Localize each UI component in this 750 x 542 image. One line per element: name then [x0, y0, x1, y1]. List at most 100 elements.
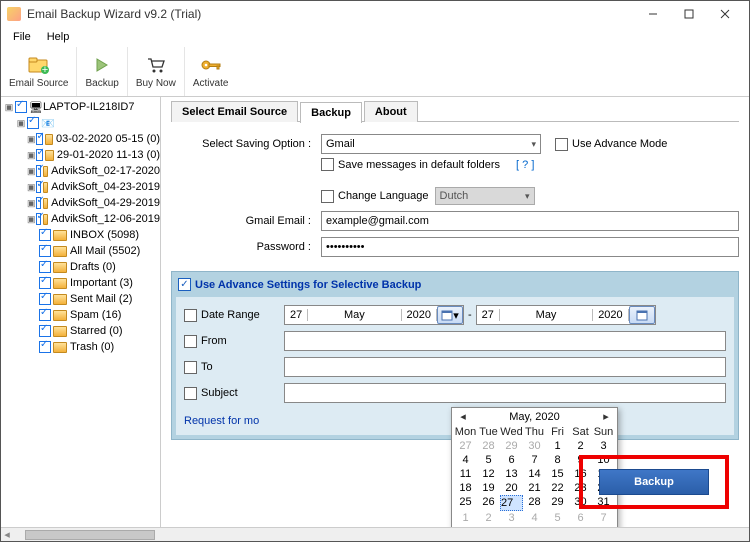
email-input[interactable]: example@gmail.com — [321, 211, 739, 231]
maximize-button[interactable] — [671, 3, 707, 25]
email-label: Gmail Email : — [171, 215, 321, 227]
cal-day[interactable]: 7 — [523, 453, 546, 467]
folder-icon — [53, 310, 67, 321]
cal-day[interactable]: 19 — [477, 481, 500, 495]
tree-mail-folder[interactable]: Drafts (0) — [1, 259, 160, 275]
cal-day[interactable]: 12 — [477, 467, 500, 481]
subject-input[interactable] — [284, 383, 726, 403]
calendar-icon[interactable]: ▾ — [437, 306, 463, 324]
saving-option-label: Select Saving Option : — [171, 138, 321, 150]
main-panel: Select Email Source Backup About Select … — [161, 97, 749, 527]
tree-folder[interactable]: ▣AdvikSoft_02-17-2020 — [1, 163, 160, 179]
cal-day[interactable]: 13 — [500, 467, 523, 481]
cal-day[interactable]: 18 — [454, 481, 477, 495]
calendar-icon[interactable] — [629, 306, 655, 324]
minimize-button[interactable] — [635, 3, 671, 25]
from-input[interactable] — [284, 331, 726, 351]
request-more-link[interactable]: Request for mo — [184, 415, 259, 427]
cal-day[interactable]: 7 — [592, 511, 615, 525]
tree-folder[interactable]: ▣AdvikSoft_04-23-2019 — [1, 179, 160, 195]
cal-prev[interactable]: ◂ — [458, 410, 468, 423]
scrollbar-thumb[interactable] — [25, 530, 155, 540]
date-range-checkbox[interactable] — [184, 309, 197, 322]
cal-day[interactable]: 15 — [546, 467, 569, 481]
cal-day[interactable]: 26 — [477, 495, 500, 511]
save-default-checkbox[interactable] — [321, 158, 334, 171]
menubar: File Help — [1, 27, 749, 47]
tab-backup[interactable]: Backup — [300, 102, 362, 123]
cal-day[interactable]: 27 — [454, 439, 477, 453]
cal-day[interactable]: 22 — [546, 481, 569, 495]
play-icon — [91, 54, 113, 76]
cal-day[interactable]: 3 — [500, 511, 523, 525]
tree-folder[interactable]: ▣29-01-2020 11-13 (0) — [1, 147, 160, 163]
tree-folder[interactable]: ▣AdvikSoft_12-06-2019 — [1, 211, 160, 227]
tree-mail-folder[interactable]: All Mail (5502) — [1, 243, 160, 259]
cal-day[interactable]: 28 — [523, 495, 546, 511]
toolbar-email-source[interactable]: + Email Source — [1, 47, 77, 96]
help-link[interactable]: [ ? ] — [516, 159, 534, 171]
cal-day[interactable]: 14 — [523, 467, 546, 481]
cal-day[interactable]: 4 — [454, 453, 477, 467]
toolbar-activate[interactable]: Activate — [185, 47, 237, 96]
cal-day[interactable]: 1 — [546, 439, 569, 453]
from-checkbox[interactable] — [184, 335, 197, 348]
advance-settings-checkbox[interactable]: ✓ — [178, 278, 191, 291]
tree-folder[interactable]: ▣03-02-2020 05-15 (0) — [1, 131, 160, 147]
cal-day[interactable]: 4 — [523, 511, 546, 525]
folder-icon — [53, 278, 67, 289]
date-from-picker[interactable]: 27May2020 ▾ — [284, 305, 464, 325]
cal-day[interactable]: 21 — [523, 481, 546, 495]
cal-day[interactable]: 29 — [500, 439, 523, 453]
mail-icon: 📧 — [41, 117, 55, 130]
cal-day[interactable]: 3 — [592, 439, 615, 453]
date-to-picker[interactable]: 27May2020 — [476, 305, 656, 325]
tree-folder[interactable]: ▣AdvikSoft_04-29-2019 — [1, 195, 160, 211]
menu-help[interactable]: Help — [39, 29, 78, 45]
cal-day[interactable]: 8 — [546, 453, 569, 467]
to-checkbox[interactable] — [184, 361, 197, 374]
language-select[interactable]: Dutch▾ — [435, 187, 535, 205]
cal-title[interactable]: May, 2020 — [509, 411, 560, 423]
tree-mail-folder[interactable]: Trash (0) — [1, 339, 160, 355]
folder-icon — [53, 342, 67, 353]
cal-day[interactable]: 1 — [454, 511, 477, 525]
horizontal-scrollbar[interactable]: ◂ — [1, 527, 749, 541]
key-icon — [200, 54, 222, 76]
tree-mail-folder[interactable]: Important (3) — [1, 275, 160, 291]
cal-day[interactable]: 6 — [500, 453, 523, 467]
app-icon — [7, 7, 21, 21]
to-input[interactable] — [284, 357, 726, 377]
tab-about[interactable]: About — [364, 101, 418, 122]
cal-day[interactable]: 25 — [454, 495, 477, 511]
tree-mail-folder[interactable]: Spam (16) — [1, 307, 160, 323]
cal-day[interactable]: 27 — [500, 495, 523, 511]
cal-day[interactable]: 20 — [500, 481, 523, 495]
cal-next[interactable]: ▸ — [601, 410, 611, 423]
cal-day[interactable]: 5 — [546, 511, 569, 525]
cal-day[interactable]: 28 — [477, 439, 500, 453]
password-input[interactable]: •••••••••• — [321, 237, 739, 257]
toolbar-buy-now[interactable]: Buy Now — [128, 47, 185, 96]
tree-mail-folder[interactable]: Sent Mail (2) — [1, 291, 160, 307]
cal-day[interactable]: 30 — [523, 439, 546, 453]
folder-icon — [45, 134, 53, 145]
cal-day[interactable]: 5 — [477, 453, 500, 467]
saving-option-select[interactable]: Gmail▾ — [321, 134, 541, 154]
cal-day[interactable]: 2 — [569, 439, 592, 453]
tree-mail-folder[interactable]: Starred (0) — [1, 323, 160, 339]
change-language-checkbox[interactable] — [321, 190, 334, 203]
tree-mail-folder[interactable]: INBOX (5098) — [1, 227, 160, 243]
cal-day[interactable]: 6 — [569, 511, 592, 525]
cal-day[interactable]: 11 — [454, 467, 477, 481]
subject-checkbox[interactable] — [184, 387, 197, 400]
cal-day[interactable]: 2 — [477, 511, 500, 525]
menu-file[interactable]: File — [5, 29, 39, 45]
folder-tree[interactable]: ▣🖥LAPTOP-IL218ID7 ▣📧 ▣03-02-2020 05-15 (… — [1, 97, 161, 527]
tab-select-email-source[interactable]: Select Email Source — [171, 101, 298, 122]
toolbar-backup[interactable]: Backup — [77, 47, 127, 96]
backup-button[interactable]: Backup — [599, 469, 709, 495]
close-button[interactable] — [707, 3, 743, 25]
cal-day[interactable]: 29 — [546, 495, 569, 511]
advance-mode-checkbox[interactable] — [555, 138, 568, 151]
